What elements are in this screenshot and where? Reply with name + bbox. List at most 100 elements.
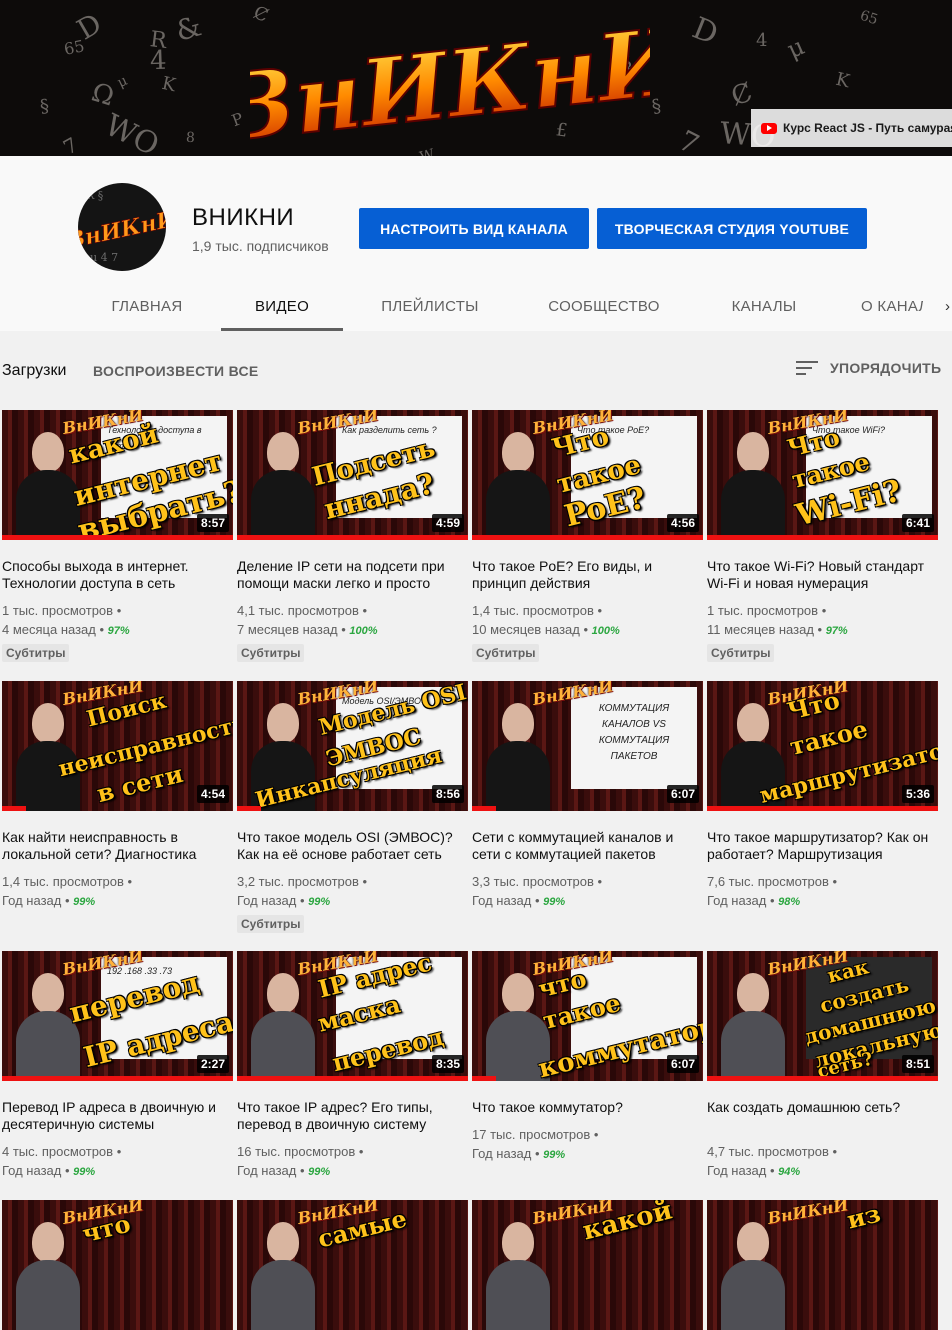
video-card[interactable]: ВнИКнИ что такое коммутатор? 6:07 Что такое к…	[472, 951, 703, 1165]
video-thumbnail[interactable]: ВнИКнИ как создать домашнюю локальную сеть? 8:…	[707, 951, 938, 1081]
view-count: 4,7 тыс. просмотров	[707, 1144, 829, 1159]
watch-progress-bar	[237, 535, 468, 540]
upload-age: Год назад	[707, 1163, 767, 1178]
video-thumbnail[interactable]: ВнИКнИ какой	[472, 1200, 703, 1330]
video-card[interactable]: 192 .168 .33 .73 ВнИКнИ перевод IP адреса 2:…	[2, 951, 233, 1182]
video-card[interactable]: Как разделить сеть ? ВнИКнИ Подсеть ннада? 4…	[237, 410, 468, 662]
video-duration: 6:07	[666, 1055, 699, 1073]
video-thumbnail[interactable]: ВнИКнИ что такое коммутатор? 6:07	[472, 951, 703, 1081]
video-card[interactable]: ВнИКнИ как создать домашнюю локальную сеть? 8:…	[707, 951, 938, 1182]
like-ratio: 98%	[778, 896, 801, 908]
upload-age: Год назад	[237, 893, 297, 908]
video-title[interactable]: Что такое Wi-Fi? Новый стандарт Wi-Fi и …	[707, 558, 938, 592]
like-ratio: 100%	[349, 625, 378, 637]
video-title[interactable]: Деление IP сети на подсети при помощи ма…	[237, 558, 468, 592]
video-duration: 4:54	[196, 785, 229, 803]
watch-progress-bar	[237, 1076, 468, 1081]
video-title[interactable]: Перевод IP адреса в двоичную и десятерич…	[2, 1099, 233, 1133]
video-thumbnail[interactable]: Как разделить сеть ? ВнИКнИ Подсеть ннада? 4…	[237, 410, 468, 540]
uploads-label: Загрузки	[2, 362, 67, 379]
video-title[interactable]: Как найти неисправность в локальной сети…	[2, 829, 233, 863]
video-thumbnail[interactable]: Что такое WiFi? ВнИКнИ Что такое Wi-Fi? 6:41	[707, 410, 938, 540]
video-title[interactable]: Что такое маршрутизатор? Как он работает…	[707, 829, 938, 863]
video-card[interactable]: КОММУТАЦИЯ КАНАЛОВ VS КОММУТАЦИЯ ПАКЕТОВ…	[472, 681, 703, 912]
tab-playlists[interactable]: ПЛЕЙЛИСТЫ	[370, 281, 490, 331]
watch-progress-bar	[707, 1076, 938, 1081]
avatar[interactable]: R § μ 4 7 ВнИКнИ	[78, 183, 166, 271]
video-thumbnail[interactable]: ВнИКнИ Поиск неисправности в сети 4:54	[2, 681, 233, 811]
banner-glyph: 65	[857, 7, 880, 29]
presenter-figure	[16, 1216, 80, 1330]
banner-glyph: 7	[58, 132, 82, 156]
tab-videos[interactable]: ВИДЕО	[221, 281, 343, 331]
video-title[interactable]: Что такое IP адрес? Его типы, перевод в …	[237, 1099, 468, 1133]
presenter-figure	[486, 1216, 550, 1330]
video-thumbnail[interactable]: Модель OSI/ЭМВОС ВнИКнИ Модель OSI ЭМВОС Инк…	[237, 681, 468, 811]
tab-about[interactable]: О КАНАЛЕ	[861, 281, 923, 331]
banner-link-react-course[interactable]: Курс React JS - Путь самурая	[751, 109, 952, 147]
video-duration: 8:57	[196, 514, 229, 532]
video-card[interactable]: Модель OSI/ЭМВОС ВнИКнИ Модель OSI ЭМВОС Инк…	[237, 681, 468, 933]
view-count: 1 тыс. просмотров	[707, 603, 819, 618]
video-title[interactable]: Сети с коммутацией каналов и сети с комм…	[472, 829, 703, 863]
svg-text:ВнИКнИ: ВнИКнИ	[250, 6, 650, 155]
video-card[interactable]: Что такое WiFi? ВнИКнИ Что такое Wi-Fi? 6:41 Ч…	[707, 410, 938, 662]
tab-community[interactable]: СООБЩЕСТВО	[540, 281, 668, 331]
video-card[interactable]: ВнИКнИ Поиск неисправности в сети 4:54 Как на…	[2, 681, 233, 912]
view-count: 1,4 тыс. просмотров	[472, 603, 594, 618]
thumbnail-panel-text: КОММУТАЦИЯ КАНАЛОВ VS КОММУТАЦИЯ ПАКЕТОВ	[598, 703, 670, 762]
video-card[interactable]: Технологии доступа в сеть ВнИКнИ какой инте…	[2, 410, 233, 662]
video-thumbnail[interactable]: ВнИКнИ IP адрес маска перевод 8:35	[237, 951, 468, 1081]
youtube-icon	[761, 122, 777, 134]
video-card[interactable]: Что такое PoE? ВнИКнИ Что такое PoE? 4:56 Что …	[472, 410, 703, 662]
video-title[interactable]: Что такое коммутатор?	[472, 1099, 703, 1116]
video-thumbnail[interactable]: Технологии доступа в сеть ВнИКнИ какой инте…	[2, 410, 233, 540]
svg-text:R §: R §	[86, 189, 103, 202]
video-meta: 3,2 тыс. просмотров • Год назад • 99%	[237, 874, 368, 908]
svg-text:μ 4 7: μ 4 7	[90, 251, 118, 264]
video-title[interactable]: Как создать домашнюю сеть?	[707, 1099, 938, 1133]
video-card[interactable]: ВнИКнИ IP адрес маска перевод 8:35 Что такое …	[237, 951, 468, 1182]
tab-home[interactable]: ГЛАВНАЯ	[101, 281, 193, 331]
play-all-button[interactable]: ВОСПРОИЗВЕСТИ ВСЕ	[93, 363, 259, 379]
like-ratio: 99%	[73, 896, 96, 908]
channel-name: ВНИКНИ	[192, 204, 295, 231]
banner-glyph: μ	[115, 72, 131, 92]
banner-glyph: Ȼ	[727, 77, 757, 113]
video-thumbnail[interactable]: Что такое PoE? ВнИКнИ Что такое PoE? 4:56	[472, 410, 703, 540]
video-duration: 4:59	[431, 514, 464, 532]
video-title[interactable]: Что такое модель OSI (ЭМВОС)? Как на её …	[237, 829, 468, 863]
view-count: 4,1 тыс. просмотров	[237, 603, 359, 618]
video-thumbnail[interactable]: 192 .168 .33 .73 ВнИКнИ перевод IP адреса 2:…	[2, 951, 233, 1081]
customize-channel-button[interactable]: НАСТРОИТЬ ВИД КАНАЛА	[359, 208, 589, 249]
tab-channels[interactable]: КАНАЛЫ	[719, 281, 809, 331]
video-card[interactable]: ВнИКнИ что	[2, 1200, 233, 1330]
sort-button[interactable]: УПОРЯДОЧИТЬ	[796, 360, 941, 376]
banner-glyph: D	[687, 10, 723, 53]
video-thumbnail[interactable]: ВнИКнИ что	[2, 1200, 233, 1330]
watch-progress-bar	[2, 806, 26, 811]
video-thumbnail[interactable]: ВнИКнИ из	[707, 1200, 938, 1330]
upload-age: Год назад	[707, 893, 767, 908]
video-thumbnail[interactable]: ВнИКнИ самые	[237, 1200, 468, 1330]
video-card[interactable]: ВнИКнИ какой	[472, 1200, 703, 1330]
thumbnail-panel: КОММУТАЦИЯ КАНАЛОВ VS КОММУТАЦИЯ ПАКЕТОВ	[571, 687, 697, 789]
video-title[interactable]: Способы выхода в интернет. Технологии до…	[2, 558, 233, 592]
video-card[interactable]: ВнИКнИ Что такое маршрутизатор? 5:36 Что тако…	[707, 681, 938, 912]
video-title[interactable]: Что такое PoE? Его виды, и принцип дейст…	[472, 558, 703, 592]
video-card[interactable]: ВнИКнИ самые	[237, 1200, 468, 1330]
upload-age: Год назад	[2, 1163, 62, 1178]
video-meta: 1 тыс. просмотров • 11 месяцев назад • 97…	[707, 603, 848, 637]
upload-age: Год назад	[237, 1163, 297, 1178]
tabs-scroll-right-icon[interactable]: ›	[945, 298, 950, 315]
video-thumbnail[interactable]: ВнИКнИ Что такое маршрутизатор? 5:36	[707, 681, 938, 811]
upload-age: Год назад	[472, 1146, 532, 1161]
youtube-studio-button[interactable]: ТВОРЧЕСКАЯ СТУДИЯ YOUTUBE	[597, 208, 867, 249]
like-ratio: 94%	[778, 1166, 801, 1178]
video-duration: 8:51	[901, 1055, 934, 1073]
video-card[interactable]: ВнИКнИ из	[707, 1200, 938, 1330]
like-ratio: 97%	[825, 625, 848, 637]
video-thumbnail[interactable]: КОММУТАЦИЯ КАНАЛОВ VS КОММУТАЦИЯ ПАКЕТОВ…	[472, 681, 703, 811]
view-count: 7,6 тыс. просмотров	[707, 874, 829, 889]
banner-glyph: &	[171, 9, 206, 48]
